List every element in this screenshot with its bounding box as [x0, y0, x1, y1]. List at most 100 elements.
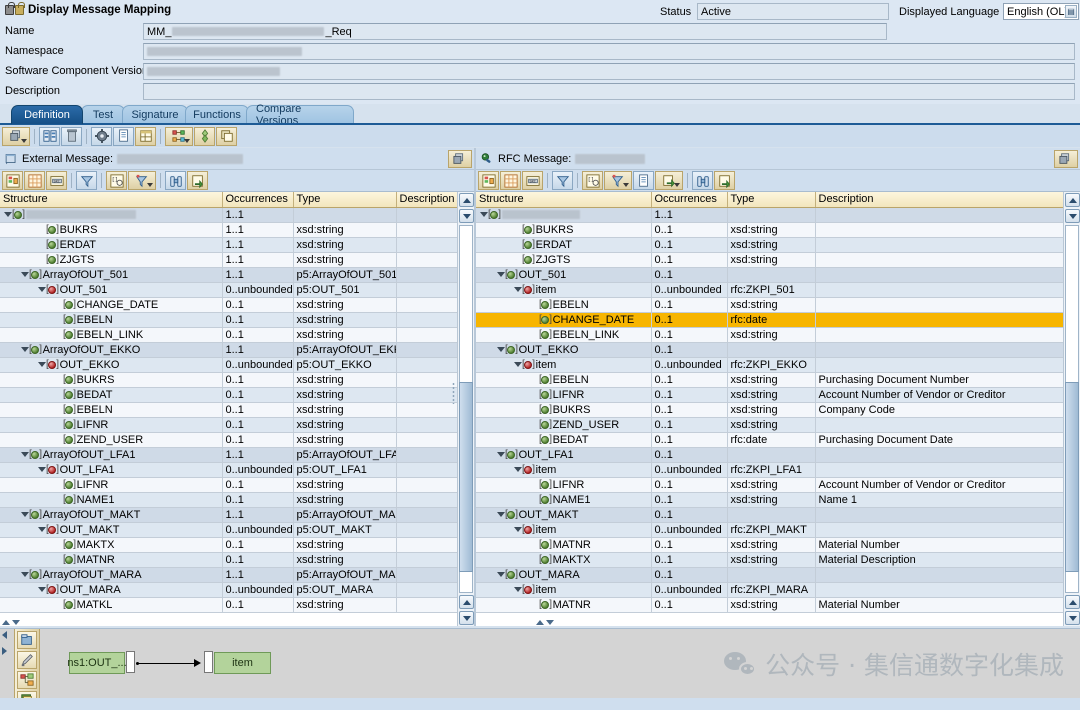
tree-expand-arrow-icon[interactable]	[20, 343, 29, 357]
tree-expand-arrow-icon[interactable]	[20, 268, 29, 282]
table-row[interactable]: [] EBELN_LINK 0..1 xsd:string	[476, 327, 1063, 343]
table-row[interactable]: [] MATNR 0..1 xsd:string	[0, 552, 457, 568]
table-row[interactable]: [] OUT_EKKO 0..unbounded p5:OUT_EKKO	[0, 357, 457, 373]
table-row[interactable]: [] MATNR 0..1 xsd:string Material Number	[476, 537, 1063, 553]
tree-expand-arrow-icon[interactable]	[496, 343, 505, 357]
table-row[interactable]: [] CHANGE_DATE 0..1 rfc:date	[476, 312, 1063, 328]
tree-expand-arrow-icon[interactable]	[496, 268, 505, 282]
chevron-down-icon[interactable]	[21, 138, 27, 143]
table-row[interactable]: [] ZEND_USER 0..1 xsd:string	[0, 432, 457, 448]
table-row[interactable]: [] ZJGTS 0..1 xsd:string	[476, 252, 1063, 268]
table-row[interactable]: [] BUKRS 1..1 xsd:string	[0, 222, 457, 238]
table-row[interactable]: [] LIFNR 0..1 xsd:string Account Number of V…	[476, 387, 1063, 403]
table-row[interactable]: [] MATNR 0..1 xsd:string Material Number	[476, 597, 1063, 613]
table-row[interactable]: []ArrayOfOUT_EKKO1..1p5:ArrayOfOUT_EKKO	[0, 342, 457, 358]
left-scroll-up-bottom-button[interactable]	[459, 595, 474, 609]
column-header-structure[interactable]: Structure	[476, 192, 652, 208]
table-row[interactable]: [] BEDAT 0..1 xsd:string	[0, 387, 457, 403]
tree-expand-arrow-icon[interactable]	[37, 523, 46, 537]
table-row[interactable]: [] BUKRS 0..1 xsd:string Company Code	[476, 402, 1063, 418]
column-header-occurrences[interactable]: Occurrences	[222, 192, 294, 208]
chevron-down-icon[interactable]	[184, 138, 190, 143]
displayed-language-select[interactable]: English (OL) ▤	[1003, 3, 1079, 20]
source-node-output-port[interactable]	[126, 651, 135, 673]
show-namespace-button[interactable]: []	[106, 171, 127, 190]
table-row[interactable]: [] OUT_LFA1 0..1	[476, 447, 1063, 463]
table-row[interactable]: [] OUT_MARA 0..unbounded p5:OUT_MARA	[0, 582, 457, 598]
table-row[interactable]: [] EBELN 0..1 xsd:string Purchasing Document…	[476, 372, 1063, 388]
table-row[interactable]: [] EBELN 0..1 xsd:string	[476, 297, 1063, 313]
show-source-button[interactable]: SRC	[522, 171, 543, 190]
dependencies-button[interactable]	[165, 126, 193, 146]
table-row[interactable]: [] ArrayOfOUT_LFA1 1..1 p5:ArrayOfOUT_LFA1	[0, 447, 457, 463]
table-row[interactable]: [] MATKL 0..1 xsd:string	[0, 597, 457, 613]
namespace-field[interactable]	[143, 43, 1075, 60]
tree-expand-arrow-icon[interactable]	[513, 358, 522, 372]
table-row[interactable]: [] MAKTX 0..1 xsd:string Material Descriptio…	[476, 552, 1063, 568]
name-field[interactable]: MM_ _Req	[143, 23, 887, 40]
mapping-canvas[interactable]: ns1:OUT_... item	[42, 631, 1078, 708]
table-row[interactable]: [] MAKTX 0..1 xsd:string	[0, 537, 457, 553]
left-tree-vertical-scrollbar[interactable]	[457, 192, 474, 626]
right-scroll-up-button[interactable]	[1065, 193, 1080, 207]
right-tree-vertical-scrollbar[interactable]	[1063, 192, 1080, 626]
table-row[interactable]: []ArrayOfOUT_MAKT1..1p5:ArrayOfOUT_MAKT	[0, 507, 457, 523]
export-button[interactable]	[714, 171, 735, 190]
column-header-type[interactable]: Type	[293, 192, 397, 208]
description-field[interactable]	[143, 83, 1075, 100]
table-row[interactable]: [] CHANGE_DATE 0..1 xsd:string	[0, 297, 457, 313]
tree-expand-arrow-icon[interactable]	[20, 508, 29, 522]
show-structure-button[interactable]	[2, 171, 23, 190]
table-row[interactable]: [] LIFNR 0..1 xsd:string Account Number of V…	[476, 477, 1063, 493]
left-tree-nav-arrows[interactable]	[2, 620, 20, 625]
table-row[interactable]: [] item 0..unbounded rfc:ZKPI_EKKO	[476, 357, 1063, 373]
table-row[interactable]: [] 1..1	[476, 207, 1063, 223]
chevron-down-icon[interactable]	[674, 183, 680, 187]
language-dropdown-icon[interactable]: ▤	[1065, 5, 1077, 18]
table-row[interactable]: [] OUT_LFA1 0..unbounded p5:OUT_LFA1	[0, 462, 457, 478]
create-mapping-button[interactable]	[17, 631, 37, 649]
table-row[interactable]: [] OUT_MAKT 0..unbounded p5:OUT_MAKT	[0, 522, 457, 538]
table-row[interactable]: [] ERDAT 0..1 xsd:string	[476, 237, 1063, 253]
tab-compare-versions[interactable]: Compare Versions	[246, 103, 354, 127]
tree-expand-arrow-icon[interactable]	[3, 208, 12, 222]
target-node-input-port[interactable]	[204, 651, 213, 673]
column-header-type[interactable]: Type	[727, 192, 816, 208]
table-row[interactable]: [] ERDAT 1..1 xsd:string	[0, 237, 457, 253]
maximize-right-pane-button[interactable]	[1054, 150, 1078, 168]
delete-button[interactable]	[61, 126, 82, 146]
table-row[interactable]: [] OUT_MAKT 0..1	[476, 507, 1063, 523]
tree-expand-arrow-icon[interactable]	[37, 283, 46, 297]
tree-expand-arrow-icon[interactable]	[496, 508, 505, 522]
table-row[interactable]: [] LIFNR 0..1 xsd:string	[0, 417, 457, 433]
tree-expand-arrow-icon[interactable]	[20, 448, 29, 462]
left-scroll-thumb[interactable]	[459, 382, 473, 572]
table-row[interactable]: [] item 0..unbounded rfc:ZKPI_MAKT	[476, 522, 1063, 538]
target-node[interactable]: item	[214, 652, 271, 674]
table-row[interactable]: [] OUT_MARA 0..1	[476, 567, 1063, 583]
tree-expand-arrow-icon[interactable]	[513, 523, 522, 537]
show-source-button[interactable]: SRC	[46, 171, 67, 190]
column-header-description[interactable]: Description	[815, 192, 1063, 208]
table-row[interactable]: [] 1..1	[0, 207, 457, 223]
layout-button[interactable]	[135, 126, 156, 146]
find-button[interactable]	[165, 171, 186, 190]
table-row[interactable]: [] EBELN_LINK 0..1 xsd:string	[0, 327, 457, 343]
table-row[interactable]: [] ArrayOfOUT_501 1..1 p5:ArrayOfOUT_501	[0, 267, 457, 283]
compare-button[interactable]	[39, 126, 60, 146]
duplicate-subtree-button[interactable]	[655, 171, 683, 190]
documentation-button[interactable]	[113, 126, 134, 146]
tree-expand-arrow-icon[interactable]	[479, 208, 488, 222]
chevron-down-icon[interactable]	[147, 183, 153, 187]
tab-definition[interactable]: Definition	[11, 105, 83, 124]
context-filter-button[interactable]	[128, 171, 156, 190]
show-grid-button[interactable]	[24, 171, 45, 190]
export-button[interactable]	[187, 171, 208, 190]
source-node[interactable]: ns1:OUT_...	[67, 652, 127, 674]
tree-expand-arrow-icon[interactable]	[513, 283, 522, 297]
column-header-occurrences[interactable]: Occurrences	[651, 192, 728, 208]
column-header-structure[interactable]: Structure	[0, 192, 223, 208]
table-row[interactable]: [] NAME1 0..1 xsd:string	[0, 492, 457, 508]
left-scroll-up-button[interactable]	[459, 193, 474, 207]
edit-mapping-button[interactable]	[17, 651, 37, 669]
